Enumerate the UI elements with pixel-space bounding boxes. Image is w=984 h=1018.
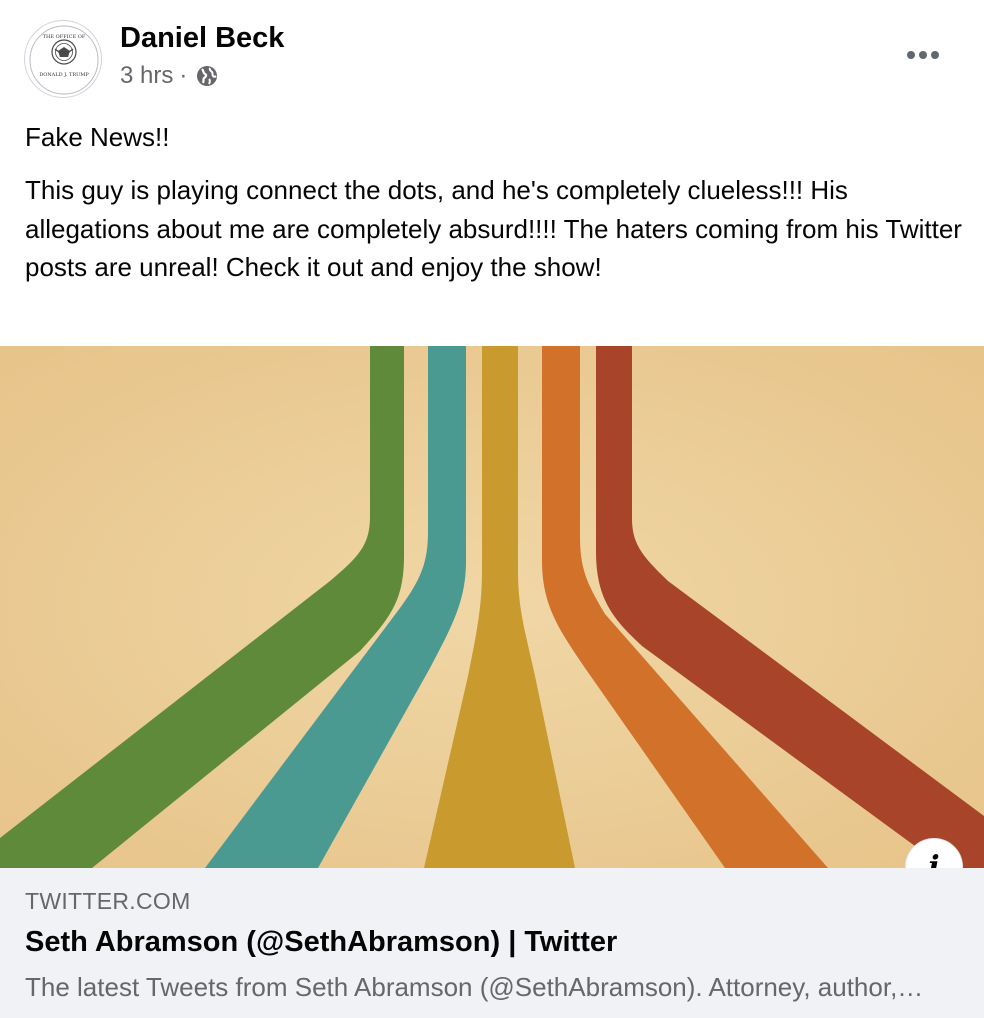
post-meta: 3 hrs ·	[120, 62, 219, 90]
post-text-first-line: Fake News!!	[25, 122, 170, 152]
facebook-post: THE OFFICE OF DONALD J. TRUMP Daniel Bec…	[0, 0, 984, 1018]
link-domain: TWITTER.COM	[25, 888, 191, 914]
author-avatar[interactable]: THE OFFICE OF DONALD J. TRUMP	[24, 20, 102, 98]
author-name[interactable]: Daniel Beck	[120, 22, 284, 55]
more-horizontal-icon	[907, 51, 939, 59]
post-text-body: This guy is playing connect the dots, an…	[25, 175, 962, 282]
link-title[interactable]: Seth Abramson (@SethAbramson) | Twitter	[25, 926, 965, 959]
link-description: The latest Tweets from Seth Abramson (@S…	[25, 972, 925, 1002]
svg-text:THE OFFICE OF: THE OFFICE OF	[43, 34, 86, 40]
office-seal-logo: THE OFFICE OF DONALD J. TRUMP	[29, 25, 99, 95]
more-options-button[interactable]	[900, 38, 946, 72]
globe-icon[interactable]	[195, 64, 219, 88]
post-timestamp[interactable]: 3 hrs	[120, 62, 173, 90]
meta-separator: ·	[179, 62, 188, 89]
link-preview-image[interactable]	[0, 346, 984, 868]
link-preview-footer[interactable]: TWITTER.COM Seth Abramson (@SethAbramson…	[0, 868, 984, 1018]
svg-text:DONALD J. TRUMP: DONALD J. TRUMP	[39, 72, 89, 78]
